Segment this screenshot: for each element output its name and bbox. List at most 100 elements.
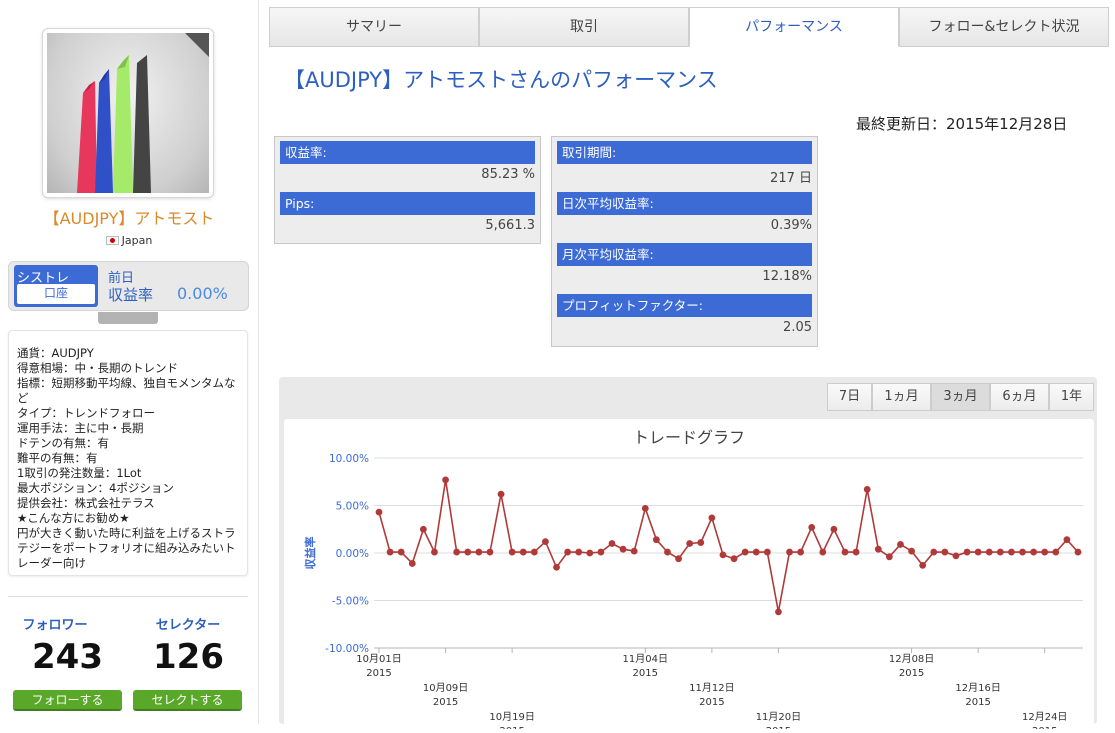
data-point[interactable] xyxy=(763,548,771,556)
data-point[interactable] xyxy=(486,548,494,556)
x-tick-date-label: 10月09日 xyxy=(423,682,468,694)
data-point[interactable] xyxy=(985,548,993,556)
chart-title: トレードグラフ xyxy=(633,428,745,447)
data-point[interactable] xyxy=(841,548,849,556)
data-point[interactable] xyxy=(397,548,405,556)
data-point[interactable] xyxy=(641,504,649,512)
x-tick-date-label: 11月04日 xyxy=(623,653,668,665)
data-point[interactable] xyxy=(630,547,638,555)
range-1m-button[interactable]: 1ヵ月 xyxy=(872,383,931,411)
data-point[interactable] xyxy=(974,548,982,556)
data-point[interactable] xyxy=(453,548,461,556)
tab-follow-select-status[interactable]: フォロー&セレクト状況 xyxy=(899,7,1109,47)
data-point[interactable] xyxy=(664,548,671,556)
data-point[interactable] xyxy=(1052,548,1060,556)
data-point[interactable] xyxy=(530,548,538,556)
tab-performance[interactable]: パフォーマンス xyxy=(689,7,899,47)
data-point[interactable] xyxy=(408,560,416,567)
data-point[interactable] xyxy=(675,555,682,563)
data-point[interactable] xyxy=(386,548,394,556)
range-1y-button[interactable]: 1年 xyxy=(1049,383,1094,411)
data-point[interactable] xyxy=(553,563,560,571)
data-point[interactable] xyxy=(508,548,516,556)
tab-summary[interactable]: サマリー xyxy=(269,7,479,47)
y-tick-label: 0.00% xyxy=(336,548,369,560)
data-point[interactable] xyxy=(419,525,427,533)
x-tick-date-label: 11月12日 xyxy=(689,682,734,694)
data-point[interactable] xyxy=(431,548,438,556)
trader-avatar xyxy=(42,28,214,198)
trader-name: 【AUDJPY】アトモスト xyxy=(43,209,215,228)
data-point[interactable] xyxy=(819,548,827,556)
selectors-label: セレクター xyxy=(155,618,221,633)
data-point[interactable] xyxy=(697,539,705,546)
data-point[interactable] xyxy=(996,548,1004,556)
trade-graph-card: トレードグラフ 収益率 10.00% 5.00% 0.00% -5.00% -10.00… xyxy=(284,419,1094,733)
x-tick-year-label: 2015 xyxy=(499,726,524,729)
data-point[interactable] xyxy=(775,608,782,616)
data-point[interactable] xyxy=(874,545,882,553)
data-point[interactable] xyxy=(652,536,660,544)
collapse-handle[interactable] xyxy=(98,312,158,324)
data-point[interactable] xyxy=(852,548,860,556)
data-point[interactable] xyxy=(919,561,927,569)
data-point[interactable] xyxy=(952,552,960,560)
strategy-logo-image xyxy=(47,33,209,193)
metric-value: 2.05 xyxy=(783,320,812,335)
metric-value: 5,661.3 xyxy=(485,218,535,233)
data-point[interactable] xyxy=(908,547,915,555)
data-point[interactable] xyxy=(442,476,449,484)
data-point[interactable] xyxy=(786,548,793,556)
data-point[interactable] xyxy=(464,548,472,556)
data-point[interactable] xyxy=(1030,548,1038,556)
country-label: Japan xyxy=(0,234,258,247)
data-point[interactable] xyxy=(475,548,483,556)
data-point[interactable] xyxy=(575,548,583,556)
data-point[interactable] xyxy=(930,548,938,556)
data-point[interactable] xyxy=(719,551,727,559)
data-point[interactable] xyxy=(797,548,805,556)
tab-trades[interactable]: 取引 xyxy=(479,7,689,47)
description-line: タイプ：トレンドフォロー xyxy=(17,406,155,420)
data-point[interactable] xyxy=(564,548,572,556)
data-point[interactable] xyxy=(885,553,893,561)
x-tick-year-label: 2015 xyxy=(366,668,391,679)
data-point[interactable] xyxy=(1041,548,1049,556)
data-point[interactable] xyxy=(941,548,949,556)
data-point[interactable] xyxy=(686,540,694,547)
data-point[interactable] xyxy=(619,545,627,553)
data-point[interactable] xyxy=(963,548,971,556)
data-point[interactable] xyxy=(497,490,505,498)
metrics-panel-left: 収益率: 85.23 % Pips: 5,661.3 xyxy=(274,136,541,244)
followers-count: 243 xyxy=(32,637,103,677)
range-7d-button[interactable]: 7日 xyxy=(827,383,872,411)
data-point[interactable] xyxy=(542,538,549,545)
data-point[interactable] xyxy=(597,548,605,556)
data-point[interactable] xyxy=(586,549,594,557)
follow-button[interactable]: フォローする xyxy=(13,690,122,711)
data-point[interactable] xyxy=(830,525,838,533)
range-6m-button[interactable]: 6ヵ月 xyxy=(990,383,1049,411)
data-point[interactable] xyxy=(741,548,749,556)
metric-label: Pips: xyxy=(280,192,535,215)
data-point[interactable] xyxy=(708,514,716,522)
data-point[interactable] xyxy=(1074,548,1082,556)
range-3m-button[interactable]: 3ヵ月 xyxy=(931,383,990,411)
series-line xyxy=(378,479,1079,613)
data-point[interactable] xyxy=(608,540,616,547)
last-updated: 最終更新日：2015年12月28日 xyxy=(856,115,1068,133)
data-point[interactable] xyxy=(1008,548,1015,556)
data-point[interactable] xyxy=(1019,548,1026,556)
chart-container: 7日 1ヵ月 3ヵ月 6ヵ月 1年 トレードグラフ 収益率 10.00% 5.00… xyxy=(279,377,1097,733)
data-point[interactable] xyxy=(375,508,383,516)
select-button[interactable]: セレクトする xyxy=(133,690,242,711)
data-point[interactable] xyxy=(730,555,738,563)
data-point[interactable] xyxy=(752,548,760,556)
x-tick-year-label: 2015 xyxy=(1032,726,1057,729)
description-line: 通貨：AUDJPY xyxy=(17,346,94,360)
data-point[interactable] xyxy=(519,548,527,556)
data-point[interactable] xyxy=(863,485,871,493)
data-point[interactable] xyxy=(1063,536,1071,544)
data-point[interactable] xyxy=(897,541,904,548)
data-point[interactable] xyxy=(808,523,816,531)
